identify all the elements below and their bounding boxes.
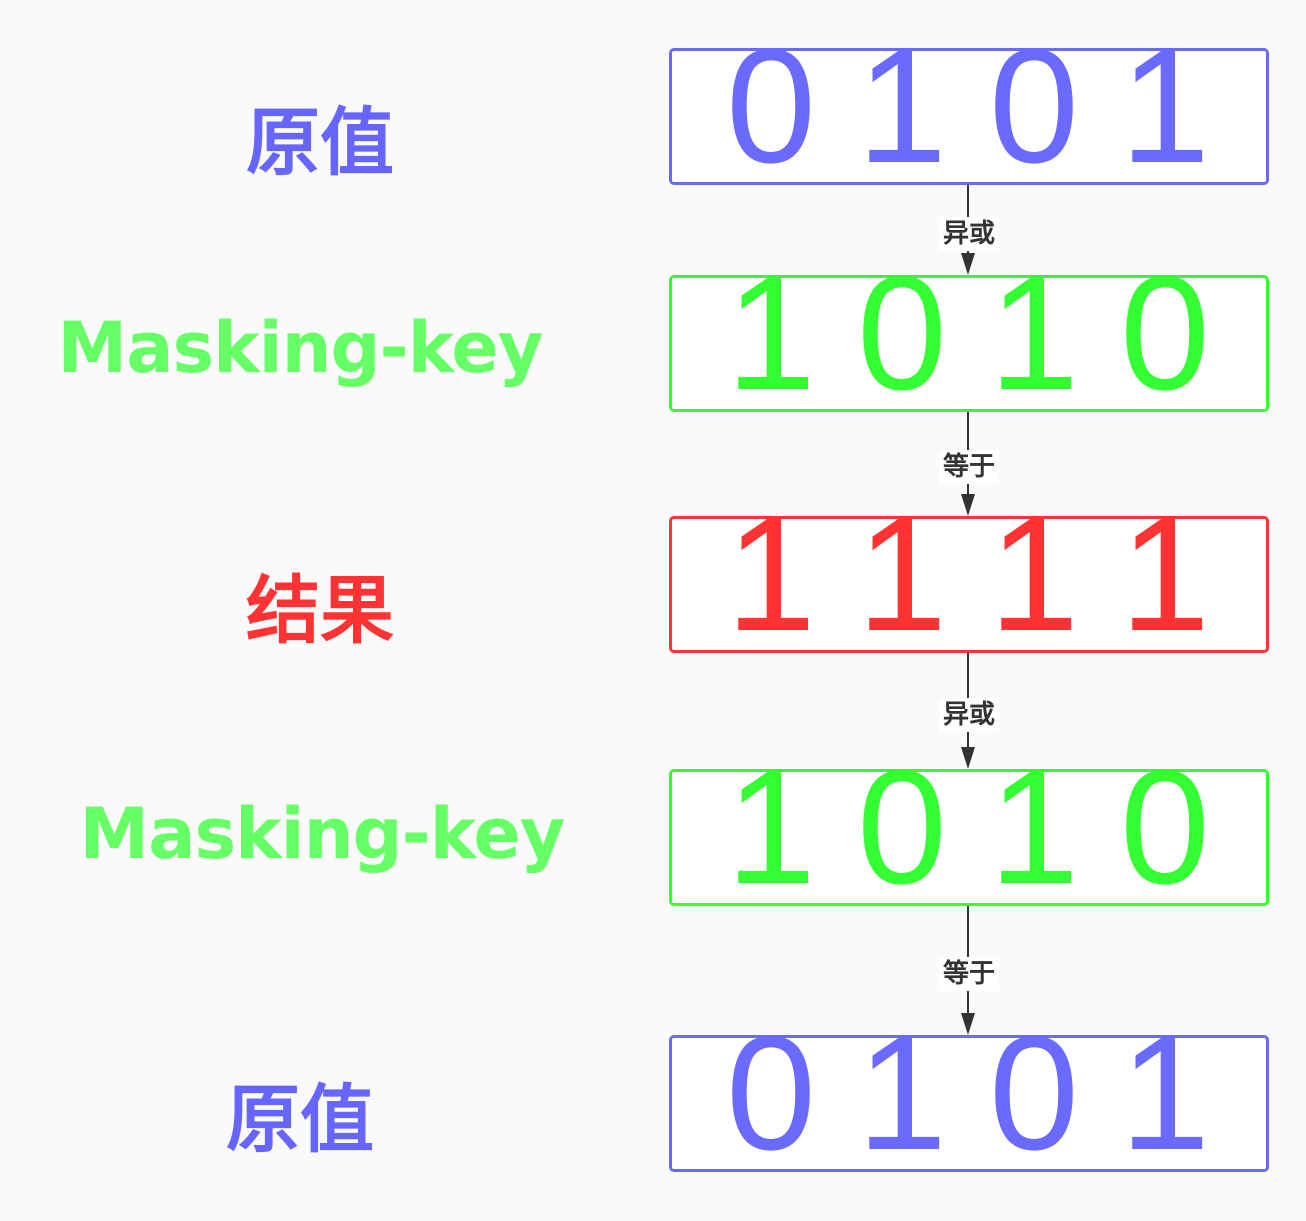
arrow-down-icon (961, 1013, 975, 1035)
bit-digit: 1 (856, 484, 948, 665)
bit-digit: 0 (725, 1003, 817, 1184)
arrow-down-icon (961, 747, 975, 769)
operation-label: 等于 (939, 957, 999, 991)
bit-digit: 1 (725, 484, 817, 665)
bits-digits: 1010 (669, 253, 1269, 415)
arrow-down-icon (961, 494, 975, 516)
bit-digit: 0 (856, 737, 948, 918)
bit-digit: 0 (988, 16, 1080, 197)
bit-digit: 0 (856, 243, 948, 424)
bit-digit: 1 (856, 16, 948, 197)
row-label: Masking-key (57, 307, 544, 389)
bits-digits: 1010 (669, 747, 1269, 909)
bit-digit: 0 (1119, 243, 1211, 424)
bit-digit: 0 (725, 16, 817, 197)
bit-digit: 1 (1119, 16, 1211, 197)
bit-digit: 1 (725, 737, 817, 918)
arrow-down-icon (961, 253, 975, 275)
bit-digit: 1 (1119, 1003, 1211, 1184)
operation-label: 异或 (939, 217, 999, 251)
bit-digit: 1 (988, 484, 1080, 665)
bit-digit: 1 (725, 243, 817, 424)
bit-digit: 1 (988, 737, 1080, 918)
operation-label: 等于 (939, 450, 999, 484)
row-label: 结果 (246, 568, 394, 654)
row-label: 原值 (226, 1077, 374, 1163)
operation-label: 异或 (939, 698, 999, 732)
bits-digits: 1111 (669, 494, 1269, 656)
bit-digit: 1 (1119, 484, 1211, 665)
bit-digit: 0 (1119, 737, 1211, 918)
bits-digits: 0101 (669, 26, 1269, 188)
bit-digit: 0 (988, 1003, 1080, 1184)
bit-digit: 1 (856, 1003, 948, 1184)
bits-digits: 0101 (669, 1013, 1269, 1175)
row-label: Masking-key (79, 793, 566, 875)
bit-digit: 1 (988, 243, 1080, 424)
row-label: 原值 (246, 100, 394, 186)
